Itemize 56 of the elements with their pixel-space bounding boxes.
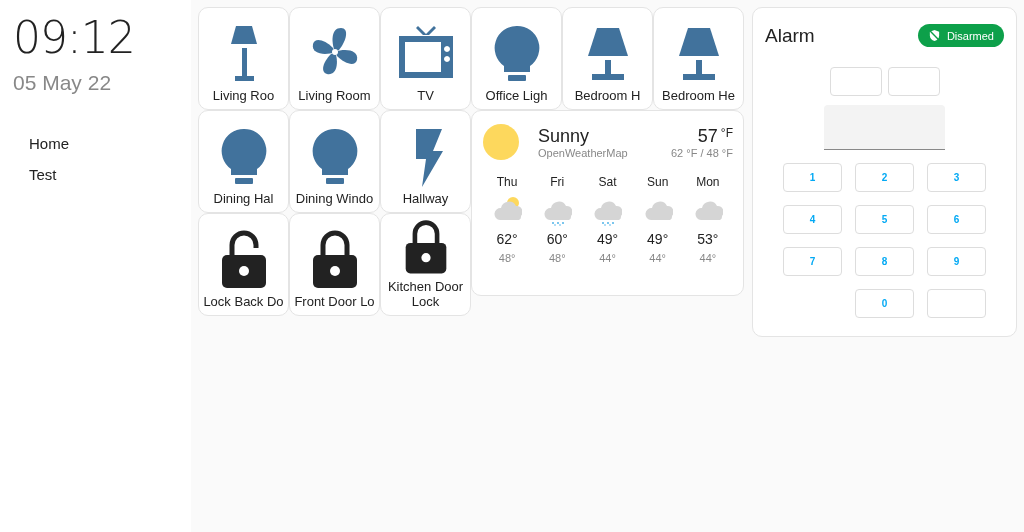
forecast-day: Fri — [550, 175, 565, 189]
forecast-day: Thu — [496, 175, 518, 189]
entity-tile[interactable]: Hallway — [380, 110, 471, 213]
tile-label: Dining Hal — [213, 192, 274, 207]
entity-tile[interactable]: Living Roo — [198, 7, 289, 110]
sidebar-item[interactable]: Home — [29, 135, 69, 152]
keypad-button[interactable] — [927, 289, 986, 318]
forecast-low: 48° — [498, 252, 516, 264]
temperature-unit: °F — [720, 125, 733, 140]
forecast-low: 44° — [649, 252, 666, 264]
forecast-day: Mon — [696, 175, 720, 189]
tile-label: Hallway — [402, 192, 449, 207]
entity-tile[interactable]: Bedroom He — [653, 7, 744, 110]
forecast-high: 62° — [496, 231, 518, 247]
entity-tile[interactable]: TV — [380, 7, 471, 110]
sidebar-item[interactable]: Test — [29, 166, 57, 183]
tile-label: Front Door Lo — [294, 295, 375, 310]
code-input-field[interactable] — [824, 105, 945, 150]
mode-button[interactable] — [829, 67, 882, 96]
entity-tile[interactable]: Living Room — [289, 7, 380, 110]
tile-label: TV — [417, 89, 434, 104]
tile-label: Bedroom He — [662, 89, 735, 104]
shield-off-icon — [927, 29, 941, 42]
tile-label: Living Room — [298, 89, 371, 104]
mode-button[interactable] — [887, 67, 940, 96]
forecast-high: 53° — [697, 231, 719, 247]
entity-tile[interactable]: Dining Hal — [198, 110, 289, 213]
entity-tile[interactable]: Lock Back Do — [198, 213, 289, 316]
forecast-low: 48° — [548, 252, 566, 264]
tile-label: Office Ligh — [485, 89, 548, 104]
tile-label: Living Roo — [212, 89, 275, 104]
high-low-temperature: 62 °F / 48 °F — [671, 146, 733, 159]
tile-label: Bedroom H — [574, 89, 641, 104]
forecast-low: 44° — [599, 252, 616, 264]
clock-time: 09:12 — [13, 12, 136, 63]
tile-label: Kitchen Door Lock — [386, 280, 465, 310]
forecast-high: 60° — [546, 231, 568, 247]
entity-tile[interactable]: Office Ligh — [471, 7, 562, 110]
forecast-high: 49° — [647, 231, 669, 247]
weather-source: OpenWeatherMap — [538, 146, 629, 159]
clock-date: 05 May 22 — [13, 71, 113, 95]
forecast-high: 49° — [596, 231, 619, 247]
entity-tile[interactable]: Bedroom H — [562, 7, 653, 110]
sun-icon — [482, 123, 520, 161]
alarm-status: Disarmed — [946, 29, 994, 42]
forecast-low: 44° — [699, 252, 717, 264]
forecast-day: Sat — [598, 175, 617, 189]
current-temperature: 57 — [697, 125, 718, 147]
entity-tile[interactable]: Front Door Lo — [289, 213, 380, 316]
tile-label: Lock Back Do — [203, 295, 284, 310]
alarm-title: Alarm — [765, 24, 815, 47]
entity-tile[interactable]: Dining Windo — [289, 110, 380, 213]
entity-tile[interactable]: Kitchen Door Lock — [380, 213, 471, 316]
tile-label: Dining Windo — [295, 192, 374, 207]
weather-condition: Sunny — [538, 125, 591, 147]
forecast-day: Sun — [646, 175, 669, 189]
